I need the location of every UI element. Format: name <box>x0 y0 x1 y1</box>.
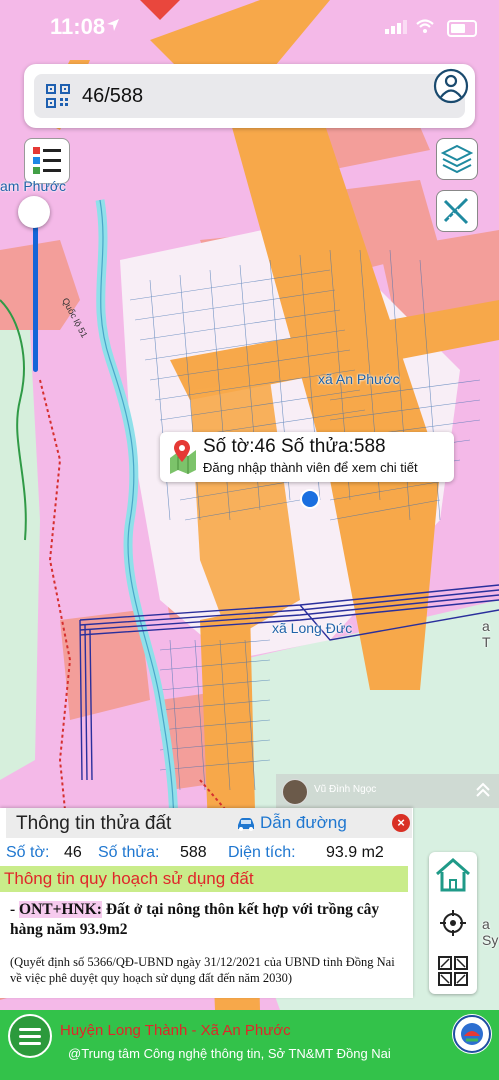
parcel-callout[interactable]: Số tờ:46 Số thửa:588 Đăng nhập thành viê… <box>160 432 454 482</box>
panel-header: Thông tin thửa đất Dẫn đường × <box>6 808 412 838</box>
section-title: Thông tin quy hoạch sử dụng đất <box>4 869 254 888</box>
car-icon <box>238 817 254 831</box>
dien-tich-value: 93.9 m2 <box>326 844 384 861</box>
land-code: ONT+HNK: <box>19 901 102 918</box>
bottom-bar: Huyện Long Thành - Xã An Phước @Trung tâ… <box>0 1010 499 1080</box>
user-name: Vũ Đình Ngọc <box>314 784 377 795</box>
dien-tich-label: Diện tích: <box>228 844 296 861</box>
map-label-right-edge-2: a Sy <box>482 916 499 948</box>
cellular-signal-icon <box>385 20 407 34</box>
menu-button[interactable] <box>8 1014 52 1058</box>
panel-title: Thông tin thửa đất <box>16 813 172 834</box>
home-icon <box>436 858 470 892</box>
so-thua-value: 588 <box>180 844 207 861</box>
ruler-pencil-icon <box>443 197 469 225</box>
qr-code-icon[interactable] <box>46 84 70 108</box>
measure-tools-button[interactable] <box>436 190 478 232</box>
so-thua-label: Số thửa: <box>98 844 160 861</box>
callout-title: Số tờ:46 Số thửa:588 <box>203 436 386 457</box>
department-logo <box>452 1014 492 1054</box>
home-button[interactable] <box>429 852 477 898</box>
directions-button[interactable]: Dẫn đường <box>236 813 347 833</box>
department-emblem-icon <box>453 1015 491 1053</box>
map-label-xa-an-phuoc: xã An Phước <box>318 371 400 387</box>
chevron-up-icon[interactable] <box>473 780 493 800</box>
location-text: Huyện Long Thành - Xã An Phước <box>60 1022 291 1039</box>
directions-label: Dẫn đường <box>260 813 347 832</box>
land-use-description: - ONT+HNK: Đất ở tại nông thôn kết hợp v… <box>10 901 380 938</box>
map-label-right-edge-1: a T <box>482 618 491 650</box>
status-time: 11:08 <box>50 14 106 39</box>
so-to-label: Số tờ: <box>6 844 50 861</box>
search-input[interactable]: 46/588 <box>34 74 465 118</box>
wifi-icon <box>416 19 434 33</box>
expand-icon <box>438 956 468 986</box>
so-to-value: 46 <box>64 844 82 861</box>
avatar <box>282 779 308 805</box>
user-info-bar[interactable]: Vũ Đình Ngọc <box>276 774 499 808</box>
legend-list-icon <box>33 147 61 174</box>
search-bar: 46/588 <box>24 64 475 128</box>
layers-icon <box>440 144 474 174</box>
search-value: 46/588 <box>82 85 144 107</box>
layers-button[interactable] <box>436 138 478 180</box>
map-label-xa-long-duc: xã Long Đức <box>272 620 353 636</box>
map-action-buttons <box>429 852 477 994</box>
land-use-section-header: Thông tin quy hoạch sử dụng đất <box>0 866 408 892</box>
battery-icon <box>447 20 477 37</box>
status-bar: 11:08 <box>0 0 499 56</box>
opacity-slider-handle[interactable] <box>18 196 50 228</box>
parcel-info-panel: Thông tin thửa đất Dẫn đường × Số tờ: 46… <box>0 808 413 998</box>
user-account-icon[interactable] <box>433 68 469 104</box>
callout-subtitle: Đăng nhập thành viên để xem chi tiết <box>203 460 418 475</box>
map-pin-icon <box>170 440 196 474</box>
close-button[interactable]: × <box>392 814 410 832</box>
map-label-an-phuoc-edge: am Phước <box>0 178 67 194</box>
decision-note: (Quyết định số 5366/QĐ-UBND ngày 31/12/2… <box>10 955 395 985</box>
crosshair-icon <box>440 910 466 936</box>
hamburger-menu-icon <box>19 1028 41 1045</box>
credit-text: @Trung tâm Công nghệ thông tin, Sở TN&MT… <box>68 1046 391 1061</box>
selected-parcel-marker[interactable] <box>300 489 320 509</box>
fullscreen-button[interactable] <box>429 948 477 994</box>
my-location-button[interactable] <box>429 900 477 946</box>
location-arrow-icon <box>107 19 119 31</box>
